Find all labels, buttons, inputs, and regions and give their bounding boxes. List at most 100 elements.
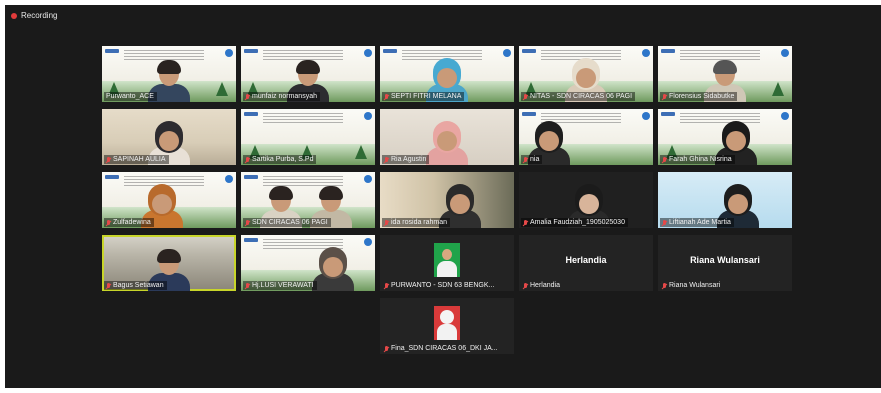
participant-name: Ria Agustin — [391, 156, 427, 163]
participant-name-label: Hj.LUSI VERAWATI — [243, 281, 317, 290]
mic-muted-icon — [523, 219, 528, 226]
participant-name-label: Purwanto_ACE — [104, 92, 157, 101]
participant-tile[interactable]: Farah Ghina Nisrina — [658, 109, 792, 165]
participant-name: Herlandia — [530, 282, 560, 289]
slide-logo-icon — [244, 238, 258, 242]
participant-name-label: Ria Agustin — [382, 155, 430, 164]
participant-tile[interactable]: Herlandia Herlandia — [519, 235, 653, 291]
mic-muted-icon — [245, 93, 250, 100]
school-emblem-icon — [642, 49, 650, 57]
participant-name: Liftianah Ade Martia — [669, 219, 731, 226]
slide-logo-icon — [522, 112, 536, 116]
school-emblem-icon — [781, 112, 789, 120]
participant-tile[interactable]: Zulfadewina — [102, 172, 236, 228]
school-emblem-icon — [364, 238, 372, 246]
profile-picture-icon — [434, 243, 460, 277]
participant-name: Purwanto_ACE — [106, 93, 154, 100]
recording-indicator: Recording — [11, 11, 57, 20]
mic-muted-icon — [662, 282, 667, 289]
participant-name-label: SDN CIRACAS 06 PAGI — [243, 218, 331, 227]
slide-logo-icon — [522, 49, 536, 53]
participant-name-label: Farah Ghina Nisrina — [660, 155, 735, 164]
participant-name-label: Bagus Setiawan — [104, 281, 167, 290]
mic-muted-icon — [384, 156, 389, 163]
participant-tile[interactable]: PURWANTO - SDN 63 BENGK... — [380, 235, 514, 291]
school-emblem-icon — [781, 49, 789, 57]
slide-logo-icon — [105, 49, 119, 53]
school-emblem-icon — [642, 112, 650, 120]
slide-logo-icon — [105, 175, 119, 179]
school-emblem-icon — [225, 49, 233, 57]
participant-tile[interactable]: SAPINAH AULIA — [102, 109, 236, 165]
participant-name-label: Zulfadewina — [104, 218, 154, 227]
mic-muted-icon — [662, 156, 667, 163]
participant-tile[interactable]: SDN CIRACAS 06 PAGI — [241, 172, 375, 228]
tree-icon — [355, 145, 367, 159]
participant-tile[interactable]: Fina_SDN CIRACAS 06_DKI JA... — [380, 298, 514, 354]
participant-name: Sartika Purba, S.Pd — [252, 156, 314, 163]
participant-tile[interactable]: nia — [519, 109, 653, 165]
participant-tile[interactable]: munfaiz normansyah — [241, 46, 375, 102]
slide-logo-icon — [244, 49, 258, 53]
participant-name: Florensius Sidabutke — [669, 93, 735, 100]
participant-name: Fina_SDN CIRACAS 06_DKI JA... — [391, 345, 498, 352]
participant-tile[interactable]: Hj.LUSI VERAWATI — [241, 235, 375, 291]
participant-tile[interactable]: Ria Agustin — [380, 109, 514, 165]
participant-name: SAPINAH AULIA — [113, 156, 166, 163]
slide-logo-icon — [383, 49, 397, 53]
participant-tile[interactable]: Amalia Faudziah_1905025030 — [519, 172, 653, 228]
participant-name-label: Herlandia — [521, 281, 563, 290]
recording-dot-icon — [11, 12, 17, 19]
slide-logo-icon — [244, 112, 258, 116]
participant-display-name: Riana Wulansari — [690, 255, 760, 265]
participant-name: Hj.LUSI VERAWATI — [252, 282, 314, 289]
participant-name: SDN CIRACAS 06 PAGI — [252, 219, 328, 226]
participant-name: Bagus Setiawan — [113, 282, 164, 289]
slide-logo-icon — [661, 49, 675, 53]
participant-name: PURWANTO - SDN 63 BENGK... — [391, 282, 495, 289]
participant-tile[interactable]: Purwanto_ACE — [102, 46, 236, 102]
participant-name: munfaiz normansyah — [252, 93, 317, 100]
mic-muted-icon — [523, 156, 528, 163]
participant-tile[interactable]: ida rosida rahman — [380, 172, 514, 228]
participant-tile[interactable]: Florensius Sidabutke — [658, 46, 792, 102]
participant-name-label: SAPINAH AULIA — [104, 155, 169, 164]
participant-name: Zulfadewina — [113, 219, 151, 226]
participant-tile-active-speaker[interactable]: Bagus Setiawan — [102, 235, 236, 291]
mic-muted-icon — [106, 219, 111, 226]
participant-name-label: SEPTI FITRI MELANA — [382, 92, 465, 101]
profile-picture-icon — [434, 306, 460, 340]
participant-tile[interactable]: SEPTI FITRI MELANA — [380, 46, 514, 102]
participant-tile[interactable]: Liftianah Ade Martia — [658, 172, 792, 228]
participant-name-label: Sartika Purba, S.Pd — [243, 155, 317, 164]
school-emblem-icon — [503, 49, 511, 57]
school-emblem-icon — [364, 175, 372, 183]
school-emblem-icon — [364, 112, 372, 120]
participant-name-label: munfaiz normansyah — [243, 92, 320, 101]
participant-video — [424, 121, 470, 165]
participant-name-label: Riana Wulansari — [660, 281, 723, 290]
participant-name-label: PURWANTO - SDN 63 BENGK... — [382, 281, 497, 290]
participant-name-label: Fina_SDN CIRACAS 06_DKI JA... — [382, 344, 501, 353]
participant-tile[interactable]: Sartika Purba, S.Pd — [241, 109, 375, 165]
participant-name: ida rosida rahman — [391, 219, 448, 226]
slide-logo-icon — [661, 112, 675, 116]
participant-name: nia — [530, 156, 540, 163]
school-emblem-icon — [225, 175, 233, 183]
mic-muted-icon — [523, 282, 528, 289]
slide-text-lines — [263, 113, 343, 125]
participant-name: Farah Ghina Nisrina — [669, 156, 732, 163]
participant-name-label: Amalia Faudziah_1905025030 — [521, 218, 628, 227]
participant-display-name: Herlandia — [565, 255, 607, 265]
tree-icon — [772, 82, 784, 96]
recording-label: Recording — [21, 11, 58, 20]
participant-tile[interactable]: Riana Wulansari Riana Wulansari — [658, 235, 792, 291]
mic-muted-icon — [245, 156, 250, 163]
mic-muted-icon — [106, 282, 111, 289]
slide-logo-icon — [244, 175, 258, 179]
participant-name-label: Liftianah Ade Martia — [660, 218, 734, 227]
participant-name-label: ida rosida rahman — [382, 218, 451, 227]
participant-video — [310, 247, 356, 291]
participant-tile[interactable]: NITAS - SDN CIRACAS 06 PAGI — [519, 46, 653, 102]
mic-muted-icon — [245, 219, 250, 226]
